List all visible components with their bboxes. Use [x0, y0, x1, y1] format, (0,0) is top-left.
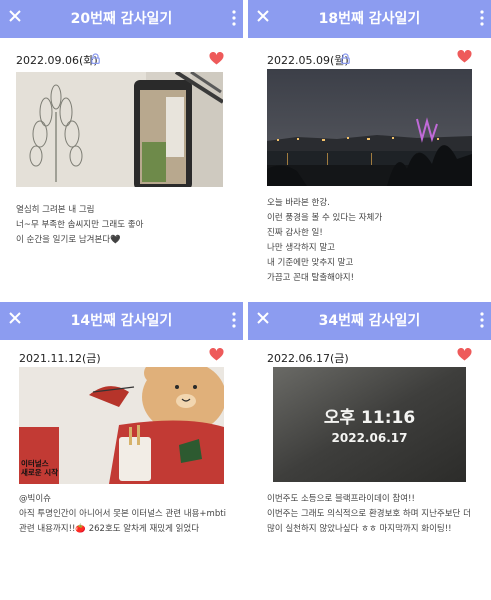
- entry-date: 2022.05.09(월): [267, 54, 349, 67]
- entry-date: 2022.06.17(금): [267, 352, 349, 365]
- more-vertical-icon[interactable]: [479, 10, 485, 26]
- diary-card-1: 20번째 감사일기 2022.09.06(화) 열심히 그려본 내 그림 너~무…: [0, 0, 243, 290]
- card-header: 18번째 감사일기: [248, 0, 491, 38]
- lockscreen-time: 오후 11:16: [323, 408, 416, 428]
- entry-date: 2021.11.12(금): [19, 352, 101, 365]
- card-title: 14번째 감사일기: [70, 313, 173, 329]
- more-vertical-icon[interactable]: [479, 312, 485, 328]
- card-header: 14번째 감사일기: [0, 302, 243, 340]
- diary-card-4: 34번째 감사일기 2022.06.17(금) 오후 11:16 2022.06…: [248, 302, 491, 600]
- more-vertical-icon[interactable]: [231, 10, 237, 26]
- lockscreen-date: 2022.06.17: [331, 431, 408, 445]
- lock-icon[interactable]: [341, 53, 350, 64]
- more-vertical-icon[interactable]: [231, 312, 237, 328]
- entry-photo: 이터널스 새로운 시작: [19, 367, 224, 484]
- entry-text: @빅이슈 아직 투명인간이 아니어서 못본 이터널스 관련 내용+mbti 관련…: [19, 494, 226, 534]
- heart-icon[interactable]: [457, 50, 472, 63]
- card-header: 20번째 감사일기: [0, 0, 243, 38]
- heart-icon[interactable]: [209, 52, 224, 65]
- diary-card-3: 14번째 감사일기 2021.11.12(금) 이터널스 새로운 시작 @빅이슈…: [0, 302, 243, 600]
- entry-text: 오늘 바라본 한강. 이런 풍경을 볼 수 있다는 자체가 진짜 감사한 일! …: [267, 198, 383, 283]
- photo-caption: 이터널스 새로운 시작: [21, 459, 59, 477]
- entry-photo: [16, 72, 223, 187]
- card-title: 18번째 감사일기: [318, 11, 421, 27]
- entry-photo: [267, 69, 472, 186]
- entry-text: 이번주도 소등으로 블랙프라이데이 참여!! 이번주는 그래도 의식적으로 환경…: [267, 494, 471, 534]
- lock-icon[interactable]: [91, 53, 100, 64]
- heart-icon[interactable]: [457, 348, 472, 361]
- card-title: 34번째 감사일기: [318, 313, 421, 329]
- entry-text: 열심히 그려본 내 그림 너~무 부족한 솜씨지만 그래도 좋아 이 순간을 일…: [16, 205, 144, 245]
- entry-photo: 오후 11:16 2022.06.17: [273, 367, 466, 482]
- card-header: 34번째 감사일기: [248, 302, 491, 340]
- heart-icon[interactable]: [209, 348, 224, 361]
- entry-date: 2022.09.06(화): [16, 54, 98, 67]
- diary-card-2: 18번째 감사일기 2022.05.09(월) 오늘 바라본 한강. 이런 풍경…: [248, 0, 491, 290]
- card-title: 20번째 감사일기: [70, 11, 173, 27]
